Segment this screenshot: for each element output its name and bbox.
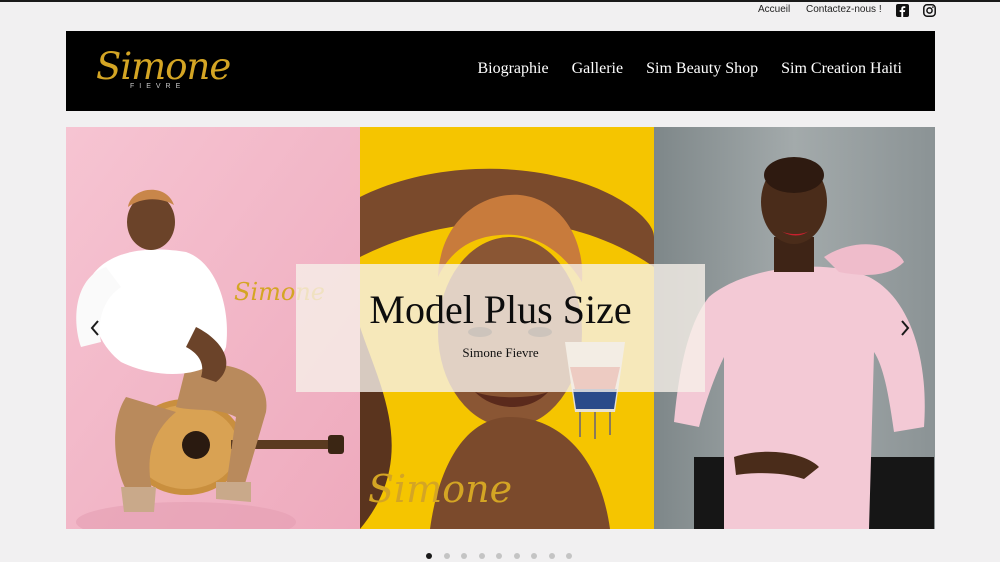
instagram-icon[interactable]	[923, 4, 936, 17]
nav-sim-creation-haiti[interactable]: Sim Creation Haiti	[781, 60, 902, 78]
hero-title: Model Plus Size	[369, 287, 632, 332]
carousel-dot-8[interactable]	[548, 553, 555, 559]
contact-link[interactable]: Contactez-nous !	[806, 4, 882, 15]
svg-text:Simone: Simone	[368, 467, 512, 511]
site-logo[interactable]: Simone FIEVRE	[96, 45, 236, 97]
carousel-dot-9[interactable]	[566, 553, 572, 559]
next-slide-arrow-icon[interactable]	[898, 318, 912, 338]
carousel-indicators	[426, 553, 584, 561]
carousel-dot-1[interactable]	[426, 553, 432, 559]
main-nav: Biographie Gallerie Sim Beauty Shop Sim …	[454, 60, 902, 78]
carousel-dot-4[interactable]	[478, 553, 485, 559]
hero-subtitle: Simone Fievre	[462, 345, 539, 360]
logo-subtitle: FIEVRE	[130, 83, 186, 90]
facebook-icon[interactable]	[896, 4, 909, 17]
carousel-dot-3[interactable]	[461, 553, 467, 559]
carousel-dot-7[interactable]	[531, 553, 537, 559]
prev-slide-arrow-icon[interactable]	[88, 318, 102, 338]
top-border	[0, 0, 1000, 2]
hero-caption: Model Plus Size Simone Fievre	[296, 264, 705, 392]
utility-bar: Accueil Contactez-nous !	[0, 3, 1000, 21]
carousel-dot-6[interactable]	[513, 553, 520, 559]
carousel-dot-5[interactable]	[496, 553, 502, 559]
nav-sim-beauty-shop[interactable]: Sim Beauty Shop	[646, 60, 758, 78]
home-link[interactable]: Accueil	[758, 4, 790, 15]
site-header: Simone FIEVRE Biographie Gallerie Sim Be…	[66, 31, 935, 111]
carousel-dot-2[interactable]	[443, 553, 450, 559]
nav-biographie[interactable]: Biographie	[477, 60, 548, 78]
nav-gallerie[interactable]: Gallerie	[572, 60, 624, 78]
